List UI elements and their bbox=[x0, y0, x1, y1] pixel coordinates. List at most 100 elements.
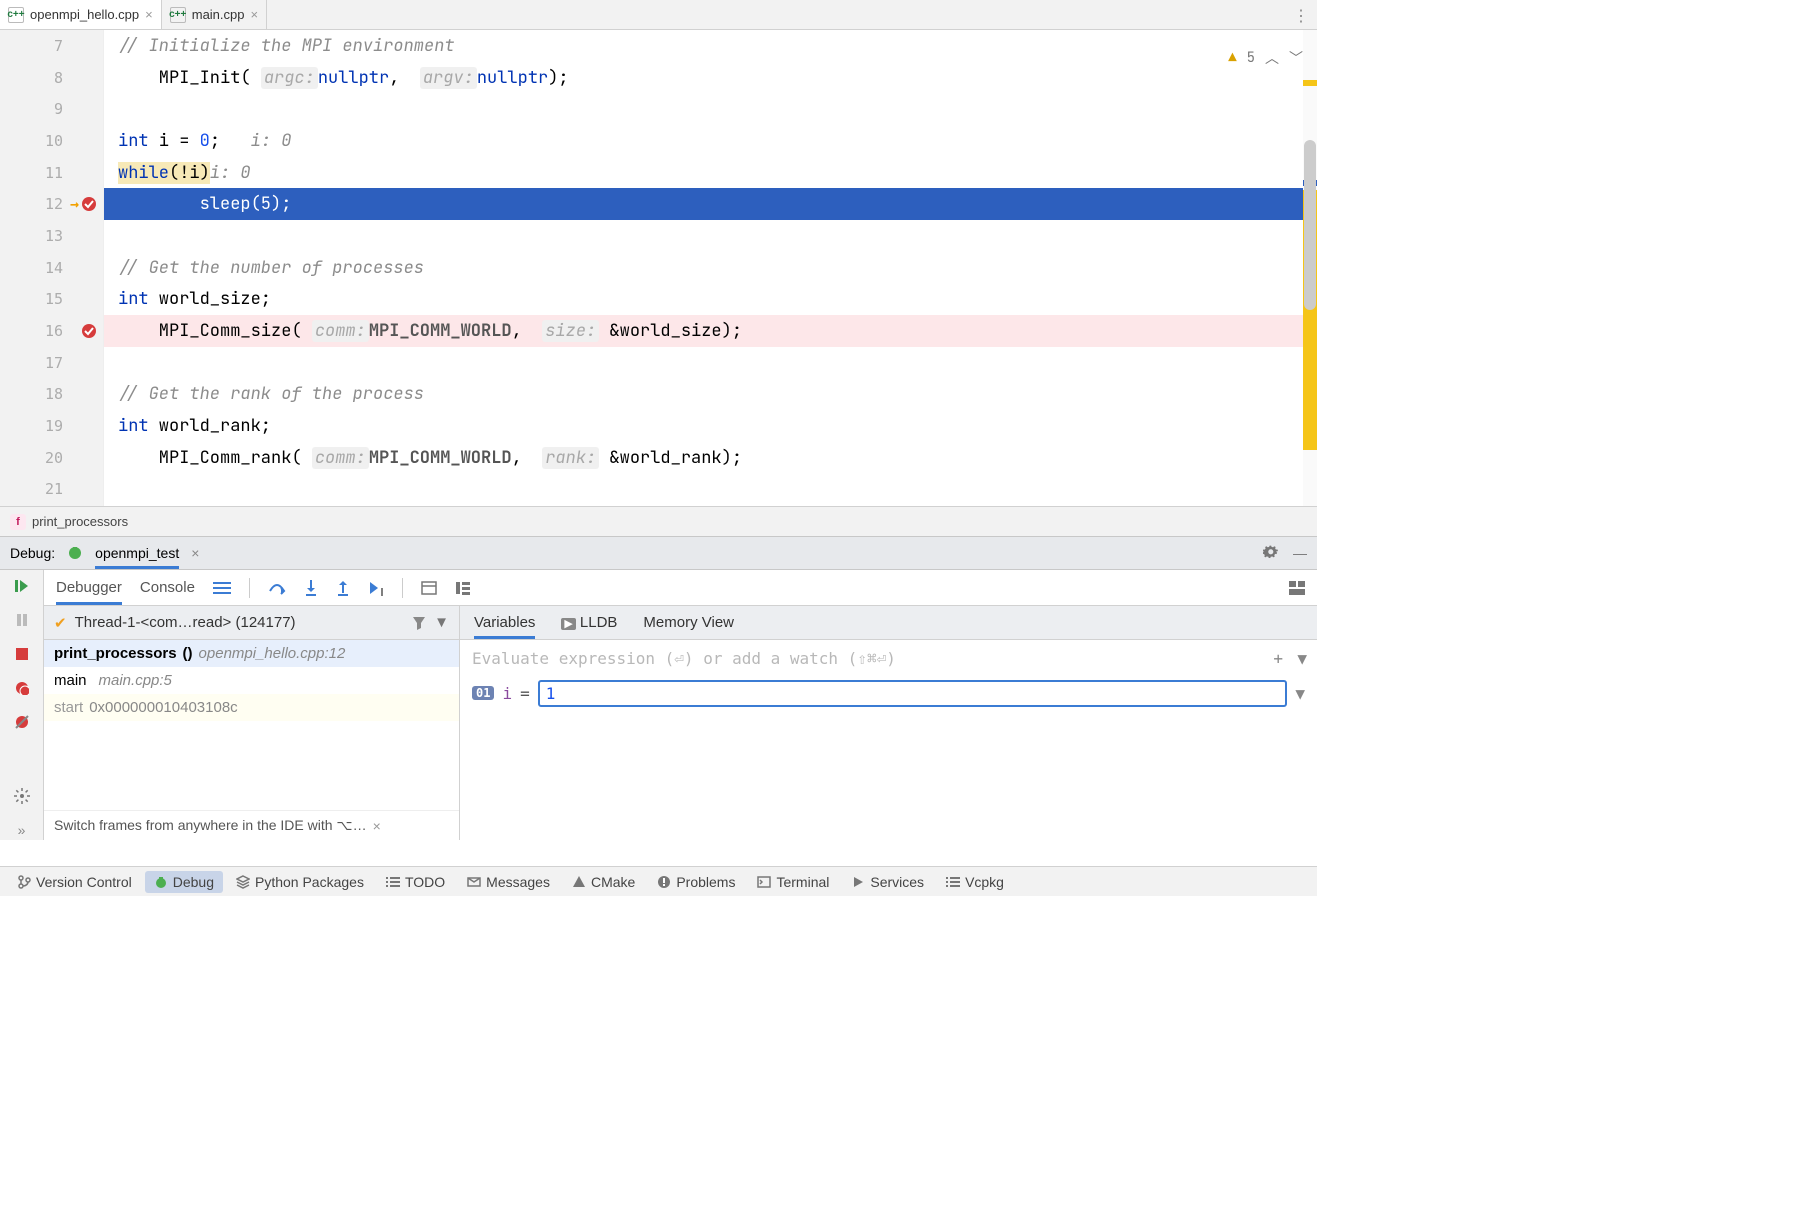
filter-icon[interactable] bbox=[412, 616, 426, 630]
variables-tab[interactable]: Variables bbox=[474, 614, 535, 639]
code-editor[interactable]: 789101112→131415161718192021 ▲ 5 ︿ ﹀ // … bbox=[0, 30, 1317, 506]
view-breakpoints-button[interactable] bbox=[12, 678, 32, 698]
gutter-line[interactable]: 14 bbox=[0, 252, 103, 284]
close-icon[interactable]: × bbox=[373, 818, 381, 834]
debugger-tab[interactable]: Debugger bbox=[56, 579, 122, 605]
dropdown-icon[interactable]: ▼ bbox=[434, 614, 449, 631]
gutter-line[interactable]: 10 bbox=[0, 125, 103, 157]
close-icon[interactable]: × bbox=[191, 545, 199, 561]
more-button[interactable]: » bbox=[12, 820, 32, 840]
step-into-button[interactable] bbox=[304, 580, 318, 596]
mute-breakpoints-button[interactable] bbox=[12, 712, 32, 732]
statusbar-problems[interactable]: Problems bbox=[648, 871, 744, 893]
code-line[interactable] bbox=[104, 347, 1317, 379]
stack-frame[interactable]: start0x000000010403108c bbox=[44, 694, 459, 721]
dropdown-icon[interactable]: ▼ bbox=[1295, 684, 1305, 703]
breadcrumb[interactable]: f print_processors bbox=[0, 506, 1317, 536]
code-line[interactable] bbox=[104, 93, 1317, 125]
code-line[interactable]: MPI_Comm_rank( comm: MPI_COMM_WORLD, ran… bbox=[104, 442, 1317, 474]
statusbar-terminal[interactable]: Terminal bbox=[748, 871, 838, 893]
code-line[interactable] bbox=[104, 220, 1317, 252]
close-icon[interactable]: × bbox=[250, 7, 258, 22]
gear-icon[interactable] bbox=[1263, 545, 1279, 561]
code-line[interactable]: // Get the number of processes bbox=[104, 252, 1317, 284]
frame-list[interactable]: print_processors()openmpi_hello.cpp:12ma… bbox=[44, 640, 459, 810]
lldb-tab[interactable]: ▶LLDB bbox=[561, 614, 617, 631]
statusbar-cmake[interactable]: CMake bbox=[563, 871, 644, 893]
step-over-button[interactable] bbox=[268, 581, 286, 595]
stop-button[interactable] bbox=[12, 644, 32, 664]
gutter-line[interactable]: 11 bbox=[0, 157, 103, 189]
scrollbar-track[interactable] bbox=[1303, 30, 1317, 506]
gutter-line[interactable]: 7 bbox=[0, 30, 103, 62]
code-line[interactable]: int world_rank; bbox=[104, 410, 1317, 442]
variable-row[interactable]: 01 i = ▼ bbox=[460, 676, 1317, 710]
gutter-line[interactable]: 15 bbox=[0, 284, 103, 316]
gutter-line[interactable]: 17 bbox=[0, 347, 103, 379]
step-out-button[interactable] bbox=[336, 580, 350, 596]
gutter-line[interactable]: 21 bbox=[0, 474, 103, 506]
code-line[interactable]: // Initialize the MPI environment bbox=[104, 30, 1317, 62]
stack-frame[interactable]: mainmain.cpp:5 bbox=[44, 667, 459, 694]
code-line[interactable]: MPI_Init( argc: nullptr, argv: nullptr); bbox=[104, 62, 1317, 94]
code-line[interactable]: int i = 0; i: 0 bbox=[104, 125, 1317, 157]
gutter-line[interactable]: 9 bbox=[0, 93, 103, 125]
settings-button[interactable] bbox=[12, 786, 32, 806]
gutter-line[interactable]: 18 bbox=[0, 379, 103, 411]
tab-menu-icon[interactable]: ⋮ bbox=[1293, 6, 1309, 26]
gutter-line[interactable]: 19 bbox=[0, 410, 103, 442]
code-line[interactable] bbox=[104, 474, 1317, 506]
statusbar-vcpkg[interactable]: Vcpkg bbox=[937, 871, 1013, 893]
breakpoint-icon[interactable] bbox=[81, 323, 97, 339]
code-line[interactable]: // Get the rank of the process bbox=[104, 379, 1317, 411]
stack-frame[interactable]: print_processors()openmpi_hello.cpp:12 bbox=[44, 640, 459, 667]
breakpoint-icon[interactable] bbox=[81, 196, 97, 212]
variable-value-input[interactable] bbox=[538, 680, 1288, 707]
gutter-line[interactable]: 8 bbox=[0, 62, 103, 94]
memory-view-tab[interactable]: Memory View bbox=[643, 614, 734, 631]
statusbar-messages[interactable]: Messages bbox=[458, 871, 559, 893]
gutter-line[interactable]: 13 bbox=[0, 220, 103, 252]
add-watch-icon[interactable]: + bbox=[1273, 649, 1283, 668]
code-line[interactable]: MPI_Comm_size( comm: MPI_COMM_WORLD, siz… bbox=[104, 315, 1317, 347]
tab-openmpi-hello[interactable]: c++ openmpi_hello.cpp × bbox=[0, 0, 162, 29]
code-area[interactable]: ▲ 5 ︿ ﹀ // Initialize the MPI environmen… bbox=[104, 30, 1317, 506]
evaluate-expression-button[interactable] bbox=[421, 581, 437, 595]
editor-gutter[interactable]: 789101112→131415161718192021 bbox=[0, 30, 104, 506]
next-highlight-icon[interactable]: ﹀ bbox=[1289, 48, 1303, 68]
inspection-widget[interactable]: ▲ 5 ︿ ﹀ bbox=[1228, 48, 1303, 68]
code-line[interactable]: while(!i) i: 0 bbox=[104, 157, 1317, 189]
run-to-cursor-button[interactable] bbox=[368, 580, 384, 596]
gutter-line[interactable]: 12→ bbox=[0, 188, 103, 220]
variables-panel: Variables ▶LLDB Memory View Evaluate exp… bbox=[460, 606, 1317, 840]
statusbar-debug[interactable]: Debug bbox=[145, 871, 223, 893]
tab-label: main.cpp bbox=[192, 7, 245, 22]
statusbar-services[interactable]: Services bbox=[842, 871, 933, 893]
marker[interactable] bbox=[1303, 80, 1317, 86]
layout-button[interactable] bbox=[1289, 581, 1305, 595]
console-tab[interactable]: Console bbox=[140, 579, 195, 596]
threads-icon[interactable] bbox=[213, 581, 231, 595]
debug-config-tab[interactable]: openmpi_test bbox=[95, 545, 179, 569]
debug-toolwindow: » Debugger Console ✔ Thread-1-<com…read>… bbox=[0, 570, 1317, 840]
tab-main-cpp[interactable]: c++ main.cpp × bbox=[162, 0, 267, 29]
minimize-icon[interactable]: — bbox=[1293, 545, 1307, 561]
prev-highlight-icon[interactable]: ︿ bbox=[1265, 48, 1279, 68]
scrollbar-thumb[interactable] bbox=[1304, 140, 1316, 310]
cpp-file-icon: c++ bbox=[170, 7, 186, 23]
pause-button[interactable] bbox=[12, 610, 32, 630]
close-icon[interactable]: × bbox=[145, 7, 153, 22]
evaluate-expression-input[interactable]: Evaluate expression (⏎) or add a watch (… bbox=[460, 640, 1317, 676]
gutter-line[interactable]: 20 bbox=[0, 442, 103, 474]
statusbar-version-control[interactable]: Version Control bbox=[8, 871, 141, 893]
dropdown-icon[interactable]: ▼ bbox=[1297, 649, 1307, 668]
gutter-line[interactable]: 16 bbox=[0, 315, 103, 347]
trace-button[interactable] bbox=[455, 581, 471, 595]
statusbar-todo[interactable]: TODO bbox=[377, 871, 454, 893]
statusbar-python-packages[interactable]: Python Packages bbox=[227, 871, 373, 893]
thread-selector[interactable]: ✔ Thread-1-<com…read> (124177) ▼ bbox=[44, 606, 459, 640]
code-line[interactable]: int world_size; bbox=[104, 284, 1317, 316]
resume-button[interactable] bbox=[12, 576, 32, 596]
execution-arrow-icon: → bbox=[70, 195, 79, 213]
code-line[interactable]: sleep(5); bbox=[104, 188, 1317, 220]
